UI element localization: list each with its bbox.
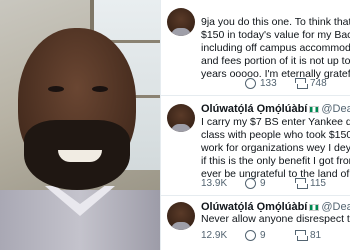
tweet-1[interactable]: 9ja you do this one. To think that I spe… — [161, 0, 350, 96]
avatar[interactable] — [167, 202, 195, 230]
tweet-line: and fees portion of it is not up to $7. … — [201, 55, 350, 67]
retweet-count: 9 — [260, 230, 266, 241]
profile-photo — [0, 0, 160, 250]
tweet-actions: 133 748 — [201, 78, 350, 92]
avatar[interactable] — [167, 104, 195, 132]
tweet-body: 9ja you do this one. To think that I spe… — [201, 16, 350, 81]
tweet-3[interactable]: Olúwatọ́lá Ọmọ́lúàbí @DearSir_To Never al… — [161, 196, 350, 250]
tweet-line: work for organizations wey I dey dream — [201, 142, 350, 154]
reply-icon — [245, 178, 256, 189]
retweet-button[interactable]: 9 — [245, 230, 266, 241]
reply-button[interactable]: 13.9K — [201, 178, 227, 189]
tweet-feed: 9ja you do this one. To think that I spe… — [160, 0, 350, 250]
tweet-line: $150 in today's value for my Bachelor — [201, 29, 350, 41]
tweet-body: I carry my $7 BS enter Yankee do MS clas… — [201, 116, 350, 181]
retweet-count: 748 — [310, 78, 327, 89]
like-button[interactable]: 81 — [295, 230, 321, 241]
retweet-icon — [295, 78, 308, 89]
like-count: 81 — [310, 230, 322, 241]
tweet-actions: 12.9K 9 81 — [201, 230, 350, 244]
retweet-icon — [295, 230, 308, 241]
smile — [58, 150, 102, 162]
reply-icon — [245, 230, 256, 241]
author-handle[interactable]: @DearSir_To — [321, 201, 350, 213]
retweet-count: 9 — [260, 178, 266, 189]
tweet-body: Never allow anyone disrespect this la — [201, 213, 350, 226]
retweet-icon — [295, 178, 308, 189]
tweet-actions: 13.9K 9 115 — [201, 178, 350, 192]
author-handle[interactable]: @DearSir_To — [321, 103, 350, 115]
tweet-line: if this is the only benefit I got from 9… — [201, 155, 350, 167]
reply-button[interactable]: 133 — [245, 78, 277, 89]
like-button[interactable]: 115 — [295, 178, 326, 189]
avatar[interactable] — [167, 8, 195, 36]
tweet-line: class with people who took $150k loa — [201, 129, 350, 141]
right-eye — [92, 86, 108, 92]
reply-icon — [245, 78, 256, 89]
retweet-button[interactable]: 748 — [295, 78, 327, 89]
author-name[interactable]: Olúwatọ́lá Ọmọ́lúàbí — [201, 201, 307, 213]
tweet-line: Never allow anyone disrespect this la — [201, 213, 350, 225]
tweet-line: I carry my $7 BS enter Yankee do MS — [201, 116, 350, 128]
reply-count: 133 — [260, 78, 277, 89]
tweet-line: including off campus accommodation — [201, 42, 350, 54]
tweet-line: 9ja you do this one. To think that I spe — [201, 16, 350, 28]
shirt — [0, 190, 160, 250]
nigeria-flag-icon — [309, 203, 320, 211]
retweet-button[interactable]: 9 — [245, 178, 266, 189]
tweet-header: Olúwatọ́lá Ọmọ́lúàbí @DearSir_To — [201, 102, 350, 116]
like-count: 115 — [310, 178, 326, 189]
tweet-2[interactable]: Olúwatọ́lá Ọmọ́lúàbí @DearSir_To I carry … — [161, 96, 350, 196]
author-name[interactable]: Olúwatọ́lá Ọmọ́lúàbí — [201, 103, 307, 115]
left-eye — [48, 86, 64, 92]
tweet-header: Olúwatọ́lá Ọmọ́lúàbí @DearSir_To — [201, 200, 350, 214]
reply-button[interactable]: 12.9K — [201, 230, 227, 241]
reply-count: 13.9K — [201, 178, 228, 189]
reply-count: 12.9K — [201, 230, 228, 241]
nigeria-flag-icon — [309, 105, 320, 113]
